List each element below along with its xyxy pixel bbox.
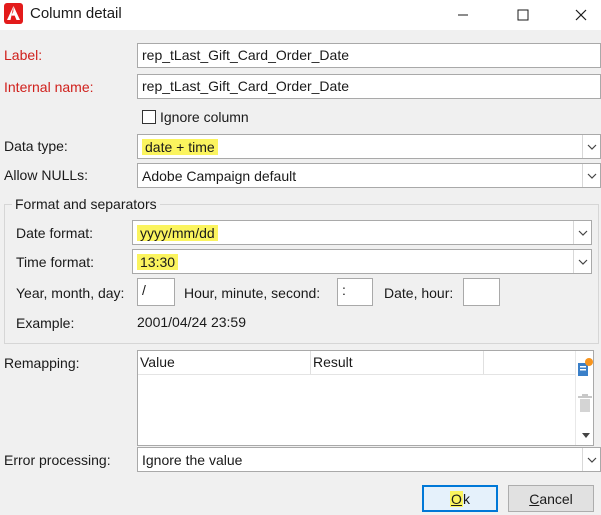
internal-name-label: Internal name:: [4, 79, 94, 95]
cancel-mnemonic: C: [529, 490, 540, 507]
chevron-down-icon[interactable]: [582, 164, 600, 187]
ymd-separator-field[interactable]: /: [137, 278, 175, 306]
date-format-value: yyyy/mm/dd: [137, 224, 218, 241]
allow-nulls-label: Allow NULLs:: [4, 167, 89, 183]
ok-label-rest: k: [462, 490, 470, 507]
chevron-down-icon[interactable]: [573, 221, 591, 244]
internal-name-field[interactable]: rep_tLast_Gift_Card_Order_Date: [137, 74, 601, 99]
remapping-grid[interactable]: Value Result: [137, 350, 594, 446]
maximize-icon[interactable]: [500, 0, 546, 30]
ignore-column-label: Ignore column: [160, 109, 249, 125]
chevron-down-icon[interactable]: [582, 448, 600, 471]
window-title: Column detail: [30, 5, 122, 22]
remapping-grid-header: Value Result: [138, 351, 593, 375]
chevron-down-icon[interactable]: [573, 250, 591, 273]
cancel-label-rest: ancel: [539, 490, 573, 507]
cancel-button[interactable]: Cancel: [508, 485, 594, 512]
trash-icon[interactable]: [576, 393, 594, 416]
remapping-column-value[interactable]: Value: [138, 351, 311, 374]
chevron-down-icon[interactable]: [582, 425, 590, 441]
time-format-select[interactable]: 13:30: [132, 249, 592, 274]
data-type-select[interactable]: date + time: [137, 134, 601, 159]
error-processing-label: Error processing:: [4, 452, 111, 468]
ignore-column-checkbox[interactable]: [142, 110, 156, 124]
example-label: Example:: [16, 315, 75, 331]
time-format-label: Time format:: [16, 254, 95, 270]
detail-icon[interactable]: [576, 357, 594, 380]
label-field[interactable]: rep_tLast_Gift_Card_Order_Date: [137, 43, 601, 68]
allow-nulls-select[interactable]: Adobe Campaign default: [137, 163, 601, 188]
date-format-select[interactable]: yyyy/mm/dd: [132, 220, 592, 245]
allow-nulls-value: Adobe Campaign default: [142, 167, 297, 184]
label-label: Label:: [4, 47, 43, 63]
remapping-label: Remapping:: [4, 355, 80, 371]
example-value: 2001/04/24 23:59: [137, 314, 246, 330]
date-format-label: Date format:: [16, 225, 94, 241]
minimize-icon[interactable]: [440, 0, 486, 30]
ok-mnemonic: O: [450, 490, 463, 507]
ymd-separator-label: Year, month, day:: [16, 285, 125, 301]
chevron-down-icon[interactable]: [582, 135, 600, 158]
data-type-label: Data type:: [4, 138, 68, 154]
hms-separator-field[interactable]: :: [337, 278, 373, 306]
close-icon[interactable]: [558, 0, 601, 30]
error-processing-value: Ignore the value: [142, 451, 243, 468]
format-separators-title: Format and separators: [12, 196, 160, 212]
remapping-column-result[interactable]: Result: [311, 351, 484, 374]
date-hour-separator-field[interactable]: [463, 278, 500, 306]
data-type-value: date + time: [142, 138, 218, 155]
ok-button[interactable]: Ok: [422, 485, 498, 512]
hms-separator-label: Hour, minute, second:: [184, 285, 321, 301]
adobe-campaign-icon: [4, 3, 23, 24]
time-format-value: 13:30: [137, 253, 179, 270]
date-hour-separator-label: Date, hour:: [384, 285, 454, 301]
error-processing-select[interactable]: Ignore the value: [137, 447, 601, 472]
